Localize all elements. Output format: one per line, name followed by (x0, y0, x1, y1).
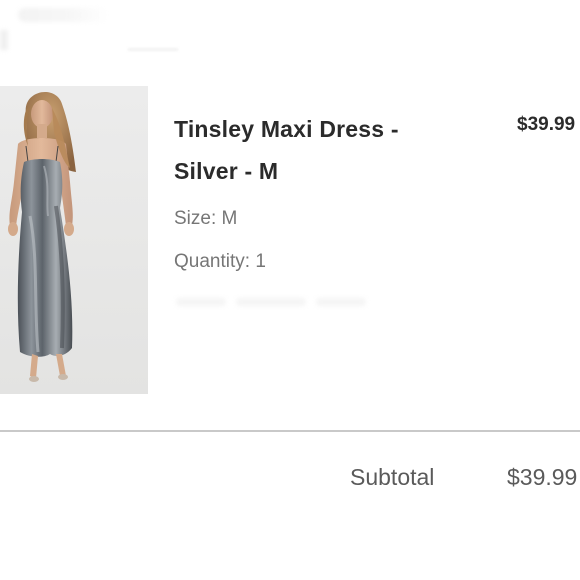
subtotal-value: $39.99 (507, 464, 578, 490)
summary-divider (0, 430, 580, 432)
item-price: $39.99 (517, 114, 576, 135)
cart-page: Tinsley Maxi Dress - Silver - M $39.99 S… (0, 0, 580, 580)
faded-action-3 (316, 298, 366, 306)
faded-header-text (18, 8, 108, 22)
product-image[interactable] (0, 86, 148, 394)
faded-header (0, 0, 580, 60)
subtotal-label: Subtotal (350, 464, 435, 490)
faded-item-actions (176, 298, 386, 308)
item-title[interactable]: Tinsley Maxi Dress - Silver - M (174, 108, 474, 192)
faded-header-mark (0, 30, 8, 50)
dress-model-illustration (8, 91, 77, 382)
faded-action-2 (236, 298, 306, 306)
faded-header-line (128, 48, 178, 51)
item-quantity: Quantity: 1 (174, 251, 266, 272)
faded-action-1 (176, 298, 226, 306)
item-title-line-1[interactable]: Tinsley Maxi Dress - (174, 108, 474, 150)
item-size: Size: M (174, 208, 238, 229)
item-title-line-2[interactable]: Silver - M (174, 150, 474, 192)
